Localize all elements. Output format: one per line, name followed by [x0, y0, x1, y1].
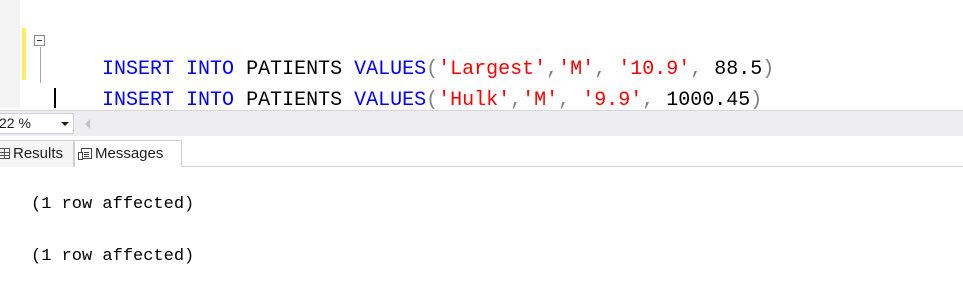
punctuation-token: ,: [510, 89, 523, 112]
tab-messages[interactable]: Messages: [74, 140, 182, 167]
tab-results-label: Results: [13, 145, 64, 162]
tab-results[interactable]: Results: [0, 140, 74, 167]
text-caret: [54, 88, 56, 108]
editor-margin: [0, 0, 20, 108]
keyword-token: INTO: [186, 89, 235, 112]
change-tracking-bar: [22, 28, 26, 80]
chevron-down-icon[interactable]: [61, 122, 69, 126]
keyword-token: VALUES: [354, 89, 427, 112]
zoom-dropdown[interactable]: 22 %: [0, 113, 74, 134]
grid-icon: [0, 148, 10, 159]
punctuation-token: (: [426, 89, 439, 112]
outline-guide: [40, 47, 41, 83]
code-line-2[interactable]: INSERT INTO PATIENTS VALUES('Hulk','M', …: [54, 56, 762, 112]
messages-pane[interactable]: (1 row affected) (1 row affected): [0, 167, 963, 290]
zoom-value: 22 %: [0, 115, 31, 131]
code-line-1[interactable]: INSERT INTO PATIENTS VALUES('Largest','M…: [54, 25, 774, 81]
message-line: (1 row affected): [31, 247, 195, 266]
punctuation-token: ,: [558, 89, 571, 112]
code-token: PATIENTS: [234, 89, 355, 112]
string-token: '9.9': [582, 89, 643, 112]
punctuation-token: ): [762, 58, 775, 81]
punctuation-token: ,: [642, 89, 655, 112]
editor-status-bar: 22 %: [0, 110, 963, 136]
query-editor[interactable]: INSERT INTO PATIENTS VALUES('Largest','M…: [0, 0, 963, 112]
keyword-token: INSERT: [102, 89, 175, 112]
messages-icon: [78, 148, 92, 160]
results-tabstrip: Results Messages: [0, 136, 963, 167]
string-token: 'Hulk': [438, 89, 511, 112]
minus-box-icon[interactable]: [34, 35, 45, 46]
code-token: 1000.45: [654, 89, 751, 112]
punctuation-token: ): [750, 89, 763, 112]
string-token: 'M': [522, 89, 559, 112]
arrow-left-icon[interactable]: [85, 119, 90, 129]
message-line: (1 row affected): [31, 195, 195, 214]
tab-messages-label: Messages: [95, 145, 164, 162]
